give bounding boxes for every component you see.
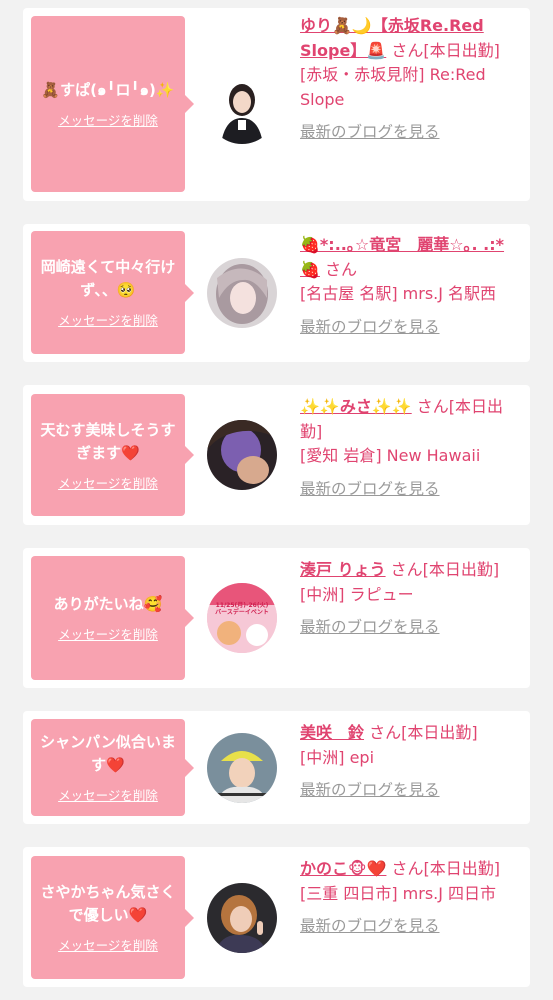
message-bubble: 🧸すぱ(๑╹ロ╹๑)✨ メッセージを削除 xyxy=(31,16,194,192)
message-text: シャンパン似合います❤️ xyxy=(40,733,176,774)
blog-link[interactable]: 最新のブログを見る xyxy=(300,615,440,640)
blog-link[interactable]: 最新のブログを見る xyxy=(300,120,440,145)
message-text: 岡崎遠くて中々行けず、、🥺 xyxy=(40,258,176,299)
blog-link[interactable]: 最新のブログを見る xyxy=(300,315,440,340)
blog-link[interactable]: 最新のブログを見る xyxy=(300,778,440,803)
girl-info: 🍓*:..｡☆竜宮 麗華☆｡. .:*🍓 さん [名古屋 名駅] mrs.J 名… xyxy=(300,233,515,339)
avatar[interactable] xyxy=(207,258,277,328)
avatar[interactable] xyxy=(207,883,277,953)
girl-status: さん[本日出勤] xyxy=(369,723,478,742)
girl-status: さん[本日出勤] xyxy=(390,560,500,579)
shop-name: [愛知 岩倉] New Hawaii xyxy=(300,446,481,465)
delete-message-link[interactable]: メッセージを削除 xyxy=(58,624,158,643)
avatar[interactable] xyxy=(207,74,277,144)
message-bubble: 岡崎遠くて中々行けず、、🥺 メッセージを削除 xyxy=(31,231,194,354)
message-card: さやかちゃん気さくで優しい❤️ メッセージを削除 かのこ🐵❤️ さん[本日出勤]… xyxy=(23,847,530,987)
girl-name-link[interactable]: 美咲 鈴 xyxy=(300,723,364,742)
message-text: ありがたいね🥰 xyxy=(53,595,163,613)
girl-name-link[interactable]: ✨✨みさ✨✨ xyxy=(300,397,412,416)
message-card: 天むす美味しそうすぎます❤️ メッセージを削除 ✨✨みさ✨✨ さん[本日出勤] … xyxy=(23,385,530,525)
shop-name: [三重 四日市] mrs.J 四日市 xyxy=(300,883,497,903)
message-card: シャンパン似合います❤️ メッセージを削除 美咲 鈴 さん[本日出勤] [中洲]… xyxy=(23,711,530,824)
delete-message-link[interactable]: メッセージを削除 xyxy=(58,935,158,954)
girl-name-link[interactable]: かのこ🐵❤️ xyxy=(300,859,386,878)
message-text: 天むす美味しそうすぎます❤️ xyxy=(40,420,176,462)
delete-message-link[interactable]: メッセージを削除 xyxy=(58,110,158,129)
avatar[interactable] xyxy=(207,733,277,803)
message-bubble: シャンパン似合います❤️ メッセージを削除 xyxy=(31,719,194,816)
shop-name: [名古屋 名駅] mrs.J 名駅西 xyxy=(300,284,497,303)
delete-message-link[interactable]: メッセージを削除 xyxy=(58,785,158,804)
message-card: ありがたいね🥰 メッセージを削除 11/25(月)-26(火) バースデーイベン… xyxy=(23,548,530,688)
girl-info: ✨✨みさ✨✨ さん[本日出勤] [愛知 岩倉] New Hawaii 最新のブロ… xyxy=(300,395,515,501)
blog-link[interactable]: 最新のブログを見る xyxy=(300,914,440,939)
girl-name-link[interactable]: 湊戸 りょう xyxy=(300,560,386,579)
delete-message-link[interactable]: メッセージを削除 xyxy=(58,473,158,492)
avatar[interactable]: 11/25(月)-26(火) バースデーイベント xyxy=(207,583,277,653)
message-card: 🧸すぱ(๑╹ロ╹๑)✨ メッセージを削除 ゆり🧸🌙【赤坂Re.Red Slope… xyxy=(23,8,530,201)
message-bubble: ありがたいね🥰 メッセージを削除 xyxy=(31,556,194,680)
girl-info: ゆり🧸🌙【赤坂Re.Red Slope】🚨 さん[本日出勤] [赤坂・赤坂見附]… xyxy=(300,14,515,145)
shop-name: [中洲] epi xyxy=(300,747,375,767)
avatar-event-text: 11/25(月)-26(火) バースデーイベント xyxy=(215,602,269,616)
message-bubble: 天むす美味しそうすぎます❤️ メッセージを削除 xyxy=(31,394,194,516)
girl-info: 美咲 鈴 さん[本日出勤] [中洲] epi 最新のブログを見る xyxy=(300,721,515,803)
delete-message-link[interactable]: メッセージを削除 xyxy=(58,310,158,329)
blog-link[interactable]: 最新のブログを見る xyxy=(300,477,440,502)
message-text: 🧸すぱ(๑╹ロ╹๑)✨ xyxy=(41,81,175,99)
girl-info: 湊戸 りょう さん[本日出勤] [中洲] ラピュー 最新のブログを見る xyxy=(300,558,515,640)
message-text: さやかちゃん気さくで優しい❤️ xyxy=(40,883,176,924)
girl-status: さん[本日出勤] xyxy=(391,40,500,60)
shop-name: [中洲] ラピュー xyxy=(300,584,414,604)
avatar[interactable] xyxy=(207,420,277,490)
girl-status: さん xyxy=(325,259,358,279)
girl-status: さん[本日出勤] xyxy=(391,859,501,878)
message-bubble: さやかちゃん気さくで優しい❤️ メッセージを削除 xyxy=(31,856,194,979)
message-card: 岡崎遠くて中々行けず、、🥺 メッセージを削除 🍓*:..｡☆竜宮 麗華☆｡. .… xyxy=(23,224,530,362)
shop-name: [赤坂・赤坂見附] Re:Red Slope xyxy=(300,65,486,109)
girl-info: かのこ🐵❤️ さん[本日出勤] [三重 四日市] mrs.J 四日市 最新のブロ… xyxy=(300,857,515,939)
